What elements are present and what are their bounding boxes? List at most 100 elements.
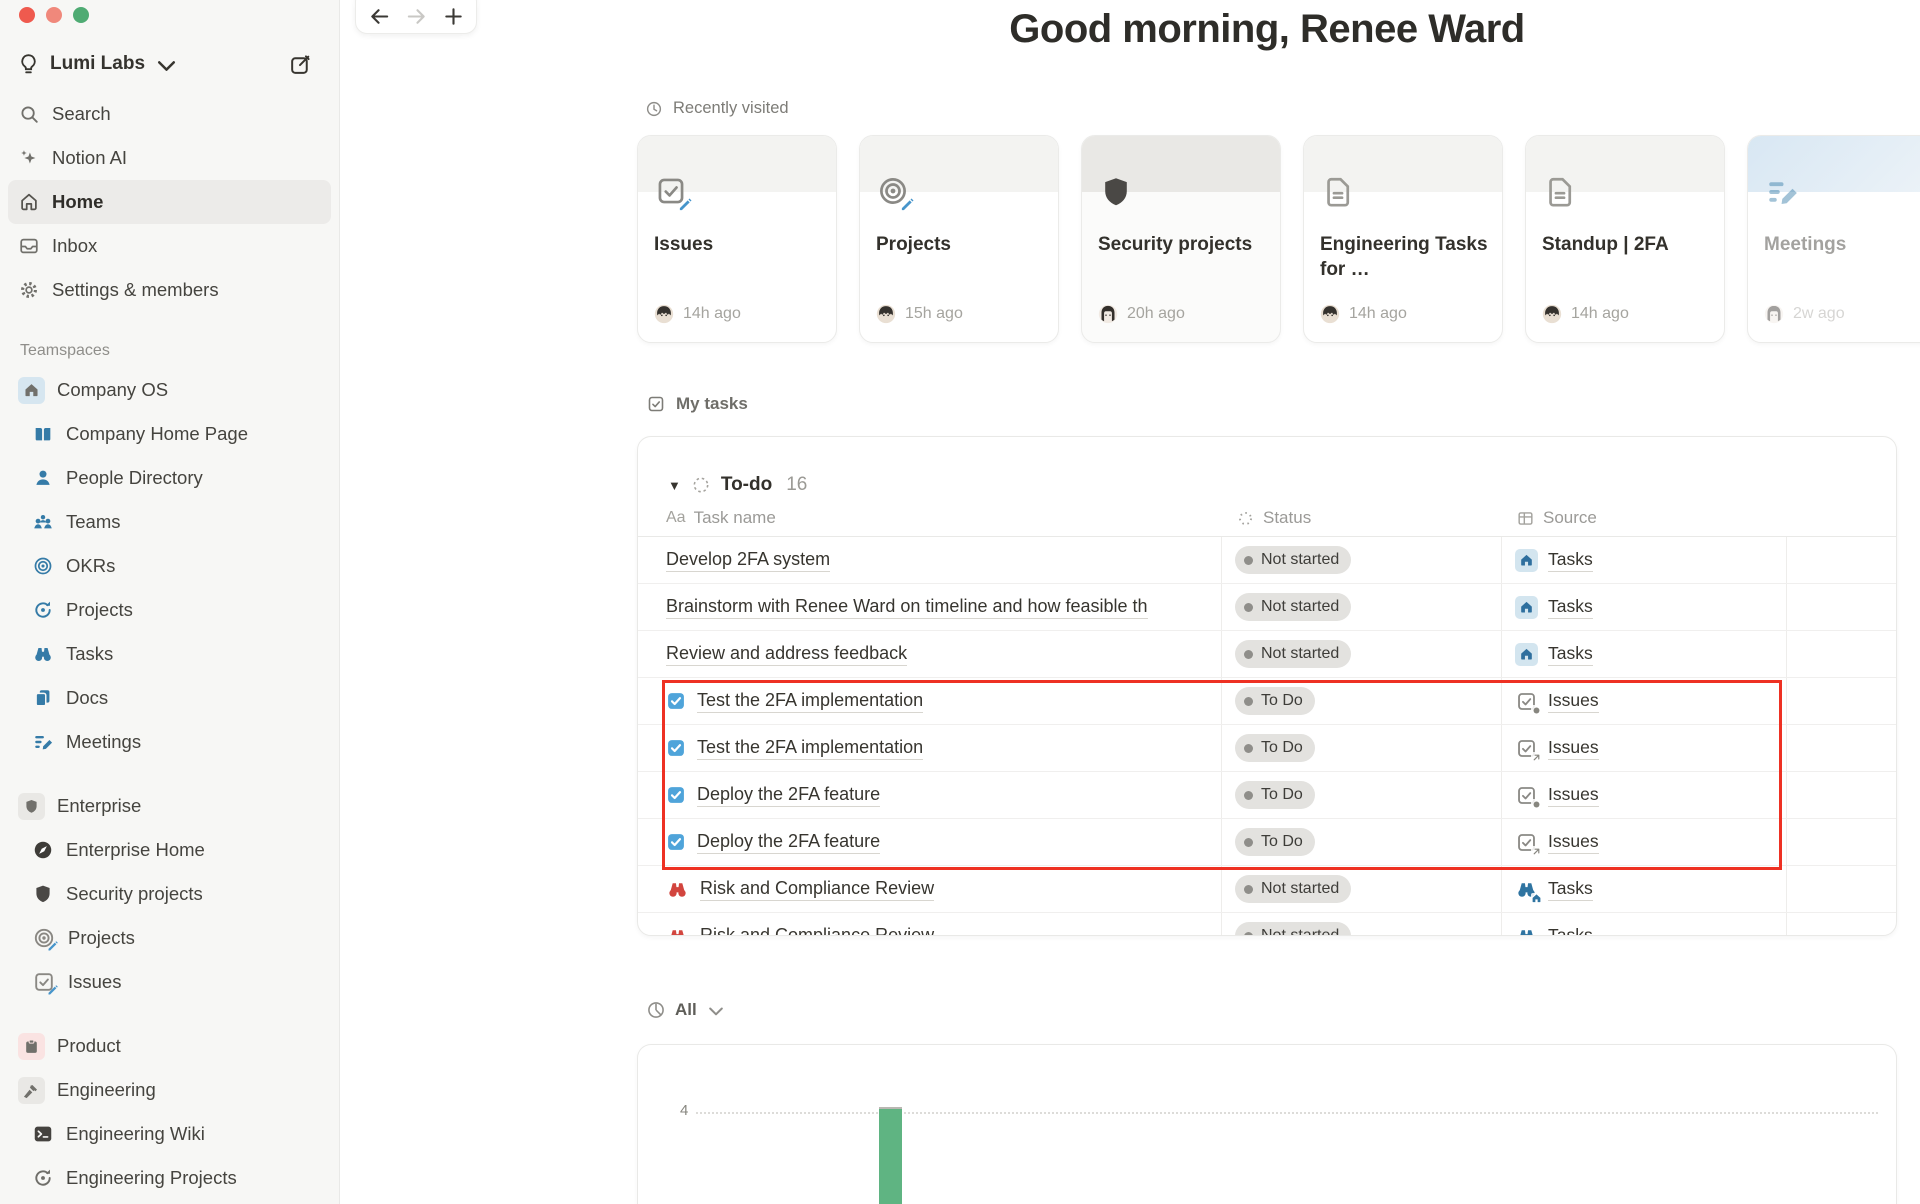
person-icon: [32, 467, 54, 489]
collapse-triangle-icon[interactable]: ▼: [668, 478, 681, 493]
checkbox-checked-icon[interactable]: [666, 785, 686, 805]
card-engineering-tasks[interactable]: Engineering Tasks for … 14h ago: [1303, 135, 1503, 343]
checkbox-checked-icon[interactable]: [666, 691, 686, 711]
table-row-highlighted[interactable]: Test the 2FA implementation To Do Issues: [638, 678, 1896, 725]
card-security-projects[interactable]: Security projects 20h ago: [1081, 135, 1281, 343]
source-link[interactable]: Tasks: [1515, 924, 1593, 935]
table-icon: [1516, 509, 1535, 528]
source-link[interactable]: Tasks: [1515, 642, 1593, 666]
table-row[interactable]: Risk and Compliance Review Not started T…: [638, 866, 1896, 913]
sidebar-item-label: Enterprise: [57, 795, 142, 816]
sidebar-item-home[interactable]: Home: [8, 180, 331, 224]
chevron-down-icon: [706, 1001, 726, 1021]
sidebar-item-product[interactable]: Product: [8, 1024, 331, 1068]
source-link[interactable]: Issues: [1515, 783, 1599, 810]
table-row-highlighted[interactable]: Deploy the 2FA feature To Do Issues: [638, 819, 1896, 866]
zoom-button[interactable]: [73, 7, 89, 23]
sidebar-item-docs[interactable]: Docs: [8, 676, 331, 720]
card-standup-2fa[interactable]: Standup | 2FA 14h ago: [1525, 135, 1725, 343]
sidebar-item-engineering-projects[interactable]: Engineering Projects: [8, 1156, 331, 1200]
column-task-name[interactable]: Aa Task name: [638, 508, 1221, 528]
card-meetings[interactable]: Meetings 2w ago: [1747, 135, 1920, 343]
status-badge[interactable]: Not started: [1235, 640, 1352, 668]
sidebar-item-security-projects[interactable]: Security projects: [8, 872, 331, 916]
sidebar-item-tasks[interactable]: Tasks: [8, 632, 331, 676]
task-title[interactable]: Test the 2FA implementation: [697, 689, 924, 713]
source-link[interactable]: Tasks: [1515, 595, 1593, 619]
checkbox-checked-icon[interactable]: [666, 832, 686, 852]
people-icon: [32, 511, 54, 533]
sidebar-item-engineering-wiki[interactable]: Engineering Wiki: [8, 1112, 331, 1156]
page-title: Good morning, Renee Ward: [1009, 7, 1525, 51]
sidebar-item-notion-ai[interactable]: Notion AI: [8, 136, 331, 180]
table-row[interactable]: Risk and Compliance Review Not started T…: [638, 913, 1896, 935]
status-badge[interactable]: To Do: [1235, 734, 1315, 762]
table-row-highlighted[interactable]: Test the 2FA implementation To Do Issues: [638, 725, 1896, 772]
task-title[interactable]: Test the 2FA implementation: [697, 736, 924, 760]
card-title: Projects: [876, 234, 951, 255]
table-row[interactable]: Develop 2FA system Not started Tasks: [638, 537, 1896, 584]
sidebar-item-label: Security projects: [66, 883, 203, 904]
status-badge[interactable]: Not started: [1235, 922, 1352, 935]
task-title[interactable]: Risk and Compliance Review: [700, 877, 935, 901]
column-status[interactable]: Status: [1221, 508, 1501, 528]
sidebar-item-enterprise-issues[interactable]: Issues: [8, 960, 331, 1004]
checkbox-checked-icon[interactable]: [666, 738, 686, 758]
checkbox-icon: [646, 394, 666, 414]
source-link[interactable]: Issues: [1515, 689, 1599, 716]
minimize-button[interactable]: [46, 7, 62, 23]
source-link[interactable]: Issues: [1515, 736, 1599, 763]
sidebar-item-meetings[interactable]: Meetings: [8, 720, 331, 764]
sidebar-item-search[interactable]: Search: [8, 92, 331, 136]
task-title[interactable]: Risk and Compliance Review: [700, 924, 934, 935]
chart-bar[interactable]: [879, 1109, 902, 1204]
table-row[interactable]: Review and address feedback Not started …: [638, 631, 1896, 678]
chart-filter[interactable]: All: [637, 999, 1897, 1021]
table-row-highlighted[interactable]: Deploy the 2FA feature To Do Issues: [638, 772, 1896, 819]
card-issues[interactable]: Issues 14h ago: [637, 135, 837, 343]
plus-icon[interactable]: [442, 5, 465, 28]
status-badge[interactable]: To Do: [1235, 828, 1315, 856]
task-title[interactable]: Deploy the 2FA feature: [697, 783, 881, 807]
workspace-switcher[interactable]: Lumi Labs: [0, 44, 339, 84]
sidebar-item-inbox[interactable]: Inbox: [8, 224, 331, 268]
lightbulb-icon: [16, 52, 41, 77]
sidebar-item-settings[interactable]: Settings & members: [8, 268, 331, 312]
close-button[interactable]: [19, 7, 35, 23]
sidebar-item-label: Projects: [68, 927, 135, 948]
card-projects[interactable]: Projects 15h ago: [859, 135, 1059, 343]
sidebar-item-teams[interactable]: Teams: [8, 500, 331, 544]
task-title[interactable]: Review and address feedback: [666, 642, 908, 666]
sidebar-item-okrs[interactable]: OKRs: [8, 544, 331, 588]
task-title[interactable]: Develop 2FA system: [666, 548, 831, 572]
status-badge[interactable]: To Do: [1235, 687, 1315, 715]
cycle-icon: [32, 599, 54, 621]
sidebar-item-enterprise-home[interactable]: Enterprise Home: [8, 828, 331, 872]
status-badge[interactable]: Not started: [1235, 546, 1352, 574]
status-badge[interactable]: Not started: [1235, 593, 1352, 621]
task-title[interactable]: Brainstorm with Renee Ward on timeline a…: [666, 595, 1148, 619]
sidebar-item-engineering[interactable]: Engineering: [8, 1068, 331, 1112]
teamspace-avatar: [18, 1076, 45, 1104]
forward-arrow-icon[interactable]: [405, 5, 428, 28]
table-row[interactable]: Brainstorm with Renee Ward on timeline a…: [638, 584, 1896, 631]
sidebar-item-company-home-page[interactable]: Company Home Page: [8, 412, 331, 456]
source-link[interactable]: Tasks: [1515, 877, 1593, 904]
checkbox-pencil-icon: [32, 970, 56, 994]
sidebar-item-projects[interactable]: Projects: [8, 588, 331, 632]
sidebar-item-label: Product: [57, 1035, 121, 1056]
source-link[interactable]: Issues: [1515, 830, 1599, 857]
sidebar-item-enterprise[interactable]: Enterprise: [8, 784, 331, 828]
sidebar-item-people-directory[interactable]: People Directory: [8, 456, 331, 500]
back-arrow-icon[interactable]: [368, 5, 391, 28]
task-title[interactable]: Deploy the 2FA feature: [697, 830, 881, 854]
status-badge[interactable]: Not started: [1235, 875, 1352, 903]
source-link[interactable]: Tasks: [1515, 548, 1593, 572]
y-axis-tick-label: 4: [680, 1102, 689, 1119]
compose-icon[interactable]: [288, 52, 313, 77]
column-source[interactable]: Source: [1501, 508, 1786, 528]
sidebar-item-enterprise-projects[interactable]: Projects: [8, 916, 331, 960]
todo-group-header[interactable]: ▼ To-do 16: [668, 470, 1896, 500]
status-badge[interactable]: To Do: [1235, 781, 1315, 809]
sidebar-item-company-os[interactable]: Company OS: [8, 368, 331, 412]
